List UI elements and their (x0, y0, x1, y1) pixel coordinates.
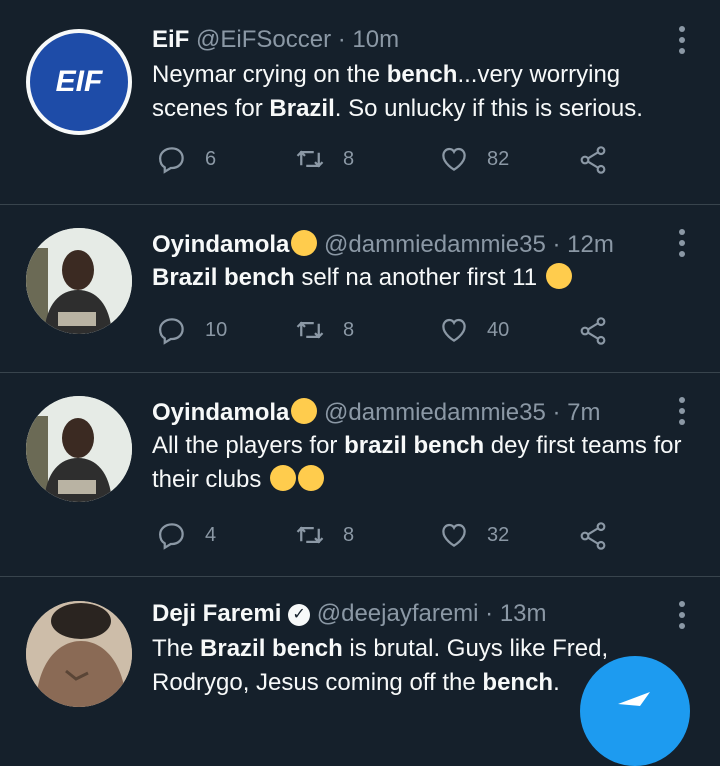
heart-icon (442, 318, 466, 342)
retweet-button[interactable]: 8 (295, 520, 354, 550)
author-handle[interactable]: @dammiedammie35 (324, 231, 546, 258)
like-button[interactable]: 40 (439, 315, 509, 345)
retweet-count: 8 (343, 523, 355, 546)
tweet-text: The Brazil bench is brutal. Guys like Fr… (152, 632, 622, 700)
text-segment: Neymar crying on the (152, 61, 387, 88)
like-button[interactable]: 32 (439, 520, 509, 550)
retweet-icon (296, 150, 324, 168)
compose-tweet-icon (618, 692, 650, 706)
tears-of-joy-emoji (545, 263, 572, 289)
avatar[interactable]: EIF (26, 29, 132, 135)
retweet-count: 8 (343, 147, 355, 170)
text-segment: . So unlucky if this is serious. (334, 95, 643, 122)
profile-photo (26, 228, 132, 334)
reply-bubble-icon (158, 318, 184, 345)
tweet-text: Neymar crying on the bench...very worryi… (152, 58, 692, 126)
author-name[interactable]: Deji Faremi (152, 600, 281, 627)
author-handle[interactable]: @EiFSoccer (196, 26, 331, 53)
reply-bubble-icon (158, 147, 184, 174)
text-segment: . (553, 669, 560, 696)
face-with-rolling-eyes-emoji (291, 398, 318, 424)
avatar[interactable] (26, 396, 132, 502)
tweet[interactable]: Oyindamola @dammiedammie35 · 7m All the … (0, 373, 720, 577)
tweet-text: Brazil bench self na another first 11 (152, 261, 692, 295)
text-segment: All the players for (152, 432, 345, 459)
tweet-header: Deji Faremi ✓ @deejayfaremi · 13m (152, 600, 547, 628)
tweet-time[interactable]: · 12m (553, 231, 614, 258)
share-icon (580, 522, 606, 550)
profile-photo (26, 396, 132, 502)
tweet-actions: 4 8 32 (157, 520, 627, 552)
tweet-time[interactable]: · 10m (338, 26, 399, 53)
heart-icon (442, 147, 466, 171)
avatar[interactable] (26, 228, 132, 334)
tweet-time[interactable]: · 13m (485, 600, 546, 627)
like-count: 32 (487, 523, 510, 546)
author-handle[interactable]: @deejayfaremi (317, 600, 479, 627)
tweet-text: All the players for brazil bench dey fir… (152, 429, 692, 497)
reply-count: 10 (205, 318, 228, 341)
heart-icon (442, 523, 466, 547)
text-segment: self na another first 11 (294, 264, 544, 291)
more-options-icon[interactable] (678, 229, 686, 257)
tweet-actions: 6 8 82 (157, 144, 627, 176)
author-name[interactable]: Oyindamola (152, 399, 289, 426)
retweet-icon (296, 526, 324, 544)
highlight-term: bench (482, 669, 554, 696)
avatar[interactable] (26, 601, 132, 707)
like-count: 82 (487, 147, 510, 170)
more-options-icon[interactable] (678, 601, 686, 629)
verified-badge-icon: ✓ (288, 604, 311, 626)
reply-count: 6 (205, 147, 217, 170)
share-button[interactable] (577, 144, 627, 176)
profile-photo (26, 601, 132, 707)
like-button[interactable]: 82 (439, 144, 509, 174)
tweet-header: Oyindamola @dammiedammie35 · 12m (152, 230, 614, 259)
face-with-rolling-eyes-emoji (291, 230, 318, 256)
tears-of-joy-emoji (298, 465, 325, 491)
reply-count: 4 (205, 523, 217, 546)
reply-button[interactable]: 10 (157, 315, 227, 345)
compose-tweet-button[interactable] (580, 656, 690, 766)
highlight-term: bench (386, 61, 458, 88)
reply-button[interactable]: 6 (157, 144, 216, 174)
tweet[interactable]: EIF EiF @EiFSoccer · 10m Neymar crying o… (0, 0, 720, 205)
author-name[interactable]: Oyindamola (152, 231, 289, 258)
more-options-icon[interactable] (678, 397, 686, 425)
more-options-icon[interactable] (678, 26, 686, 54)
text-segment: The (152, 635, 201, 662)
author-name[interactable]: EiF (152, 26, 189, 53)
reply-button[interactable]: 4 (157, 520, 216, 550)
tweet-time[interactable]: · 7m (553, 399, 601, 426)
reply-bubble-icon (158, 523, 184, 550)
highlight-term: Brazil (269, 95, 335, 122)
tweet-header: EiF @EiFSoccer · 10m (152, 26, 399, 54)
share-icon (580, 146, 606, 174)
tears-of-joy-emoji (270, 465, 297, 491)
eif-logo: EIF (56, 65, 103, 98)
highlight-term: Brazil bench (152, 264, 295, 291)
highlight-term: Brazil bench (200, 635, 343, 662)
author-handle[interactable]: @dammiedammie35 (324, 399, 546, 426)
share-icon (580, 317, 606, 345)
retweet-button[interactable]: 8 (295, 315, 354, 345)
retweet-count: 8 (343, 318, 355, 341)
like-count: 40 (487, 318, 510, 341)
tweet-actions: 10 8 40 (157, 315, 627, 347)
highlight-term: brazil bench (344, 432, 485, 459)
eif-logo-text: EIF (56, 65, 103, 98)
retweet-button[interactable]: 8 (295, 144, 354, 174)
tweet[interactable]: Oyindamola @dammiedammie35 · 12m Brazil … (0, 205, 720, 373)
retweet-icon (296, 321, 324, 339)
share-button[interactable] (577, 315, 627, 347)
tweet-header: Oyindamola @dammiedammie35 · 7m (152, 398, 601, 427)
share-button[interactable] (577, 520, 627, 552)
